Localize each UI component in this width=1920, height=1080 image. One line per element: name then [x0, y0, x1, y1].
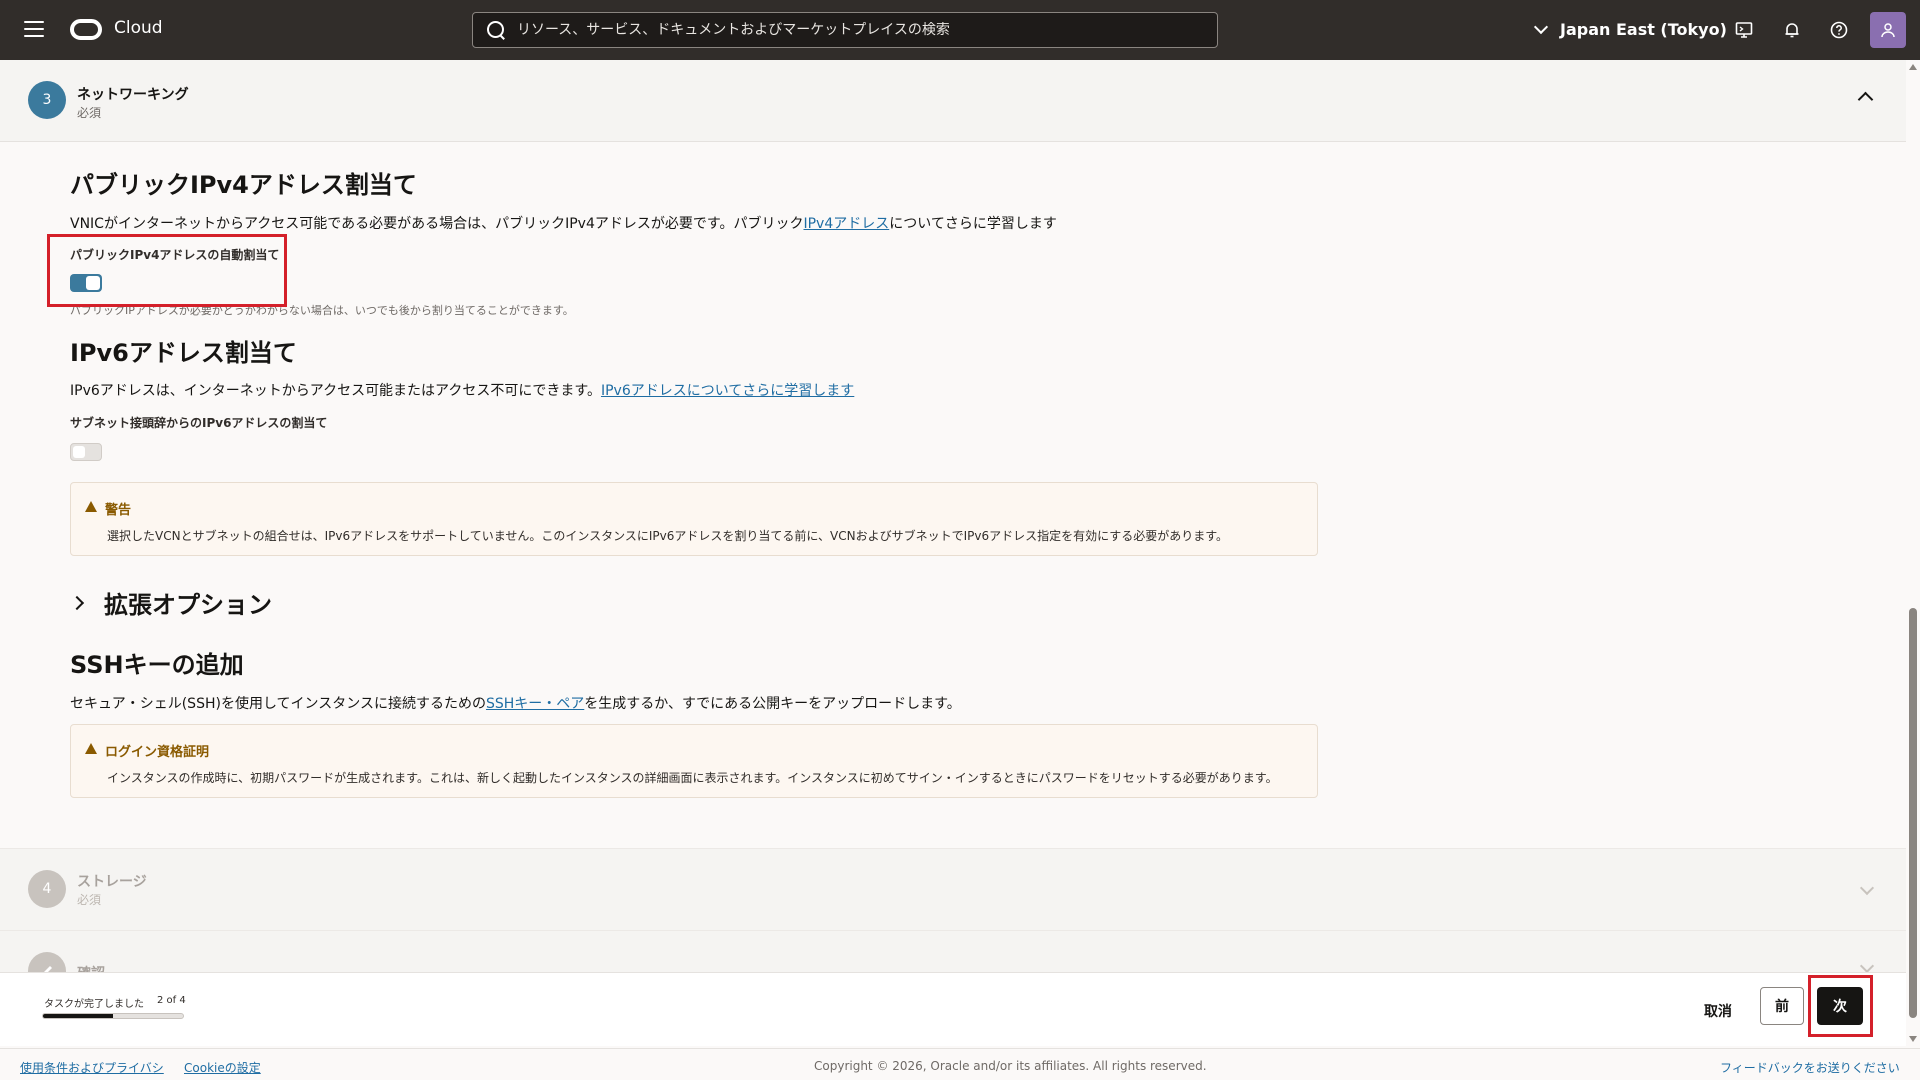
progress-bar-fill [43, 1014, 113, 1018]
help-icon[interactable] [1828, 19, 1850, 41]
step-title: ストレージ [77, 874, 147, 890]
brand-name[interactable]: Cloud [114, 18, 163, 38]
top-navigation-bar: Cloud Japan East (Tokyo) [0, 0, 1920, 60]
ipv6-assign-toggle[interactable] [70, 443, 102, 461]
warning-icon [85, 501, 97, 512]
scroll-up-icon[interactable] [1909, 64, 1917, 70]
progress-label: タスクが完了しました [44, 999, 144, 1010]
chevron-right-icon [69, 595, 85, 610]
networking-step-header[interactable]: 3 ネットワーキング 必須 [0, 60, 1906, 142]
ssh-description-prefix: セキュア・シェル(SSH)を使用してインスタンスに接続するための [70, 696, 486, 712]
ssh-key-pair-link[interactable]: SSHキー・ペア [486, 696, 584, 712]
progress-count: 2 of 4 [157, 995, 186, 1006]
advanced-options-label: 拡張オプション [104, 591, 272, 619]
user-icon[interactable] [1870, 12, 1906, 48]
search-box[interactable] [472, 12, 1218, 48]
chevron-down-icon [1859, 958, 1875, 972]
highlight-box [47, 234, 287, 307]
notice-text: インスタンスの作成時に、初期パスワードが生成されます。これは、新しく起動したイン… [107, 771, 1278, 785]
ipv6-heading: IPv6アドレス割当て [70, 339, 297, 367]
ssh-heading: SSHキーの追加 [70, 651, 244, 679]
bell-icon[interactable] [1781, 19, 1803, 41]
vertical-scrollbar[interactable] [1906, 60, 1920, 1048]
notice-title: ログイン資格証明 [105, 745, 210, 760]
review-step-header[interactable]: 確認 [0, 930, 1906, 972]
region-selector[interactable]: Japan East (Tokyo) [1533, 19, 1727, 39]
ipv4-learn-more-link[interactable]: IPv4アドレス [803, 216, 889, 232]
ipv6-learn-more-link[interactable]: IPv6アドレスについてさらに学習します [601, 383, 854, 399]
ipv6-toggle-label: サブネット接頭辞からのIPv6アドレスの割当て [70, 416, 328, 430]
scrollbar-thumb[interactable] [1909, 608, 1917, 1018]
chevron-up-icon[interactable] [1857, 91, 1874, 108]
oracle-logo-icon[interactable] [70, 19, 102, 40]
copyright-text: Copyright © 2026, Oracle and/or its affi… [814, 1059, 1207, 1073]
warning-text: 選択したVCNとサブネットの組合せは、IPv6アドレスをサポートしていません。こ… [107, 529, 1229, 543]
ipv4-description: VNICがインターネットからアクセス可能である必要がある場合は、パブリックIPv… [70, 213, 1057, 233]
ssh-description-suffix: を生成するか、すでにある公開キーをアップロードします。 [584, 696, 961, 712]
previous-button[interactable]: 前 [1760, 987, 1804, 1025]
step-subtitle: 必須 [77, 893, 102, 907]
storage-step-header[interactable]: 4 ストレージ 必須 [0, 848, 1906, 930]
scroll-down-icon[interactable] [1909, 1036, 1917, 1042]
pencil-icon [28, 952, 66, 972]
cancel-button[interactable]: 取消 [1690, 994, 1746, 1028]
advanced-options-expander[interactable]: 拡張オプション [69, 585, 272, 620]
warning-icon [85, 743, 97, 754]
step-number-badge: 4 [28, 870, 66, 908]
ipv6-description: IPv6アドレスは、インターネットからアクセス可能またはアクセス不可にできます。… [70, 380, 854, 400]
ipv4-auto-assign-toggle[interactable] [70, 274, 102, 292]
ipv4-description-prefix: VNICがインターネットからアクセス可能である必要がある場合は、パブリックIPv… [70, 216, 804, 232]
ssh-description: セキュア・シェル(SSH)を使用してインスタンスに接続するためのSSHキー・ペア… [70, 693, 961, 713]
ipv4-hint: パブリックIPアドレスが必要かどうかわからない場合は、いつでも後から割り当てるこ… [70, 304, 574, 317]
page-footer: 使用条件およびプライバシ Cookieの設定 Copyright © 2026,… [0, 1048, 1920, 1080]
step-subtitle: 必須 [77, 106, 102, 120]
warning-title: 警告 [105, 503, 132, 518]
step-title: ネットワーキング [77, 87, 189, 103]
feedback-link[interactable]: フィードバックをお送りください [1720, 1059, 1900, 1076]
hamburger-menu-icon[interactable] [24, 21, 44, 37]
ipv4-toggle-label: パブリックIPv4アドレスの自動割当て [70, 248, 280, 262]
ipv4-heading: パブリックIPv4アドレス割当て [70, 171, 417, 199]
ipv6-description-prefix: IPv6アドレスは、インターネットからアクセス可能またはアクセス不可にできます。 [70, 383, 601, 399]
login-credentials-notice: ログイン資格証明 インスタンスの作成時に、初期パスワードが生成されます。これは、… [70, 724, 1318, 798]
step-number-badge: 3 [28, 81, 66, 119]
search-icon [485, 19, 507, 41]
next-button[interactable]: 次 [1817, 987, 1863, 1025]
ipv4-description-suffix: についてさらに学習します [889, 216, 1057, 232]
chevron-down-icon [1533, 19, 1549, 34]
ipv6-warning-message: 警告 選択したVCNとサブネットの組合せは、IPv6アドレスをサポートしていませ… [70, 482, 1318, 556]
wizard-action-bar: タスクが完了しました 2 of 4 取消 前 次 [0, 972, 1906, 1046]
step-title: 確認 [77, 963, 105, 972]
terms-link[interactable]: 使用条件およびプライバシ [20, 1059, 164, 1076]
search-input[interactable] [517, 22, 1197, 38]
cookie-settings-link[interactable]: Cookieの設定 [184, 1059, 261, 1076]
region-label: Japan East (Tokyo) [1560, 20, 1727, 39]
chevron-down-icon [1859, 880, 1875, 896]
progress-bar [42, 1013, 184, 1019]
cloud-shell-icon[interactable] [1733, 19, 1755, 41]
